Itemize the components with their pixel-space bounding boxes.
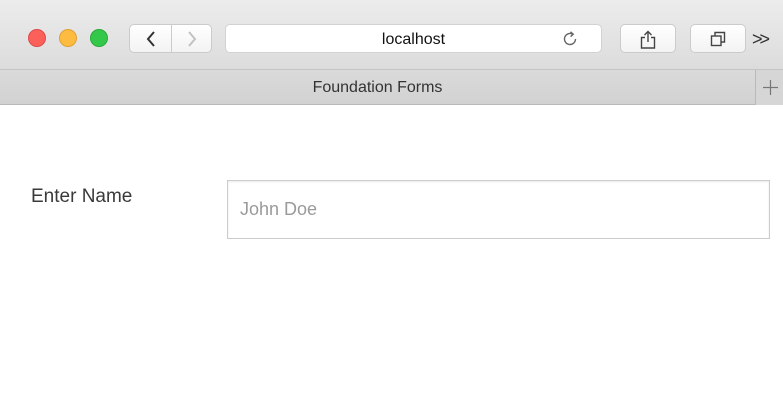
chevron-left-icon	[146, 30, 155, 47]
new-tab-button[interactable]	[755, 70, 783, 105]
name-input[interactable]	[227, 180, 770, 239]
address-text: localhost	[381, 31, 446, 48]
share-button[interactable]	[620, 24, 676, 53]
close-window-button[interactable]	[28, 29, 46, 47]
reload-icon[interactable]	[561, 30, 579, 48]
browser-toolbar: localhost >>	[0, 0, 783, 70]
maximize-window-button[interactable]	[90, 29, 108, 47]
plus-icon	[763, 80, 778, 95]
share-icon	[640, 30, 656, 49]
minimize-window-button[interactable]	[59, 29, 77, 47]
browser-window: localhost >> Foundation Forms Enter Name…	[0, 0, 783, 405]
forward-button[interactable]	[171, 24, 212, 53]
tabs-overview-icon	[710, 31, 726, 46]
tab-foundation-forms[interactable]: Foundation Forms	[0, 79, 755, 97]
name-label: Enter Name	[31, 186, 133, 207]
page-content: Enter Name	[0, 106, 783, 405]
tab-bar: Foundation Forms	[0, 70, 783, 105]
back-button[interactable]	[129, 24, 172, 53]
address-bar[interactable]: localhost	[225, 24, 602, 53]
toolbar-overflow-button[interactable]: >>	[752, 29, 770, 50]
chevron-right-icon	[187, 30, 196, 47]
show-tabs-button[interactable]	[690, 24, 746, 53]
